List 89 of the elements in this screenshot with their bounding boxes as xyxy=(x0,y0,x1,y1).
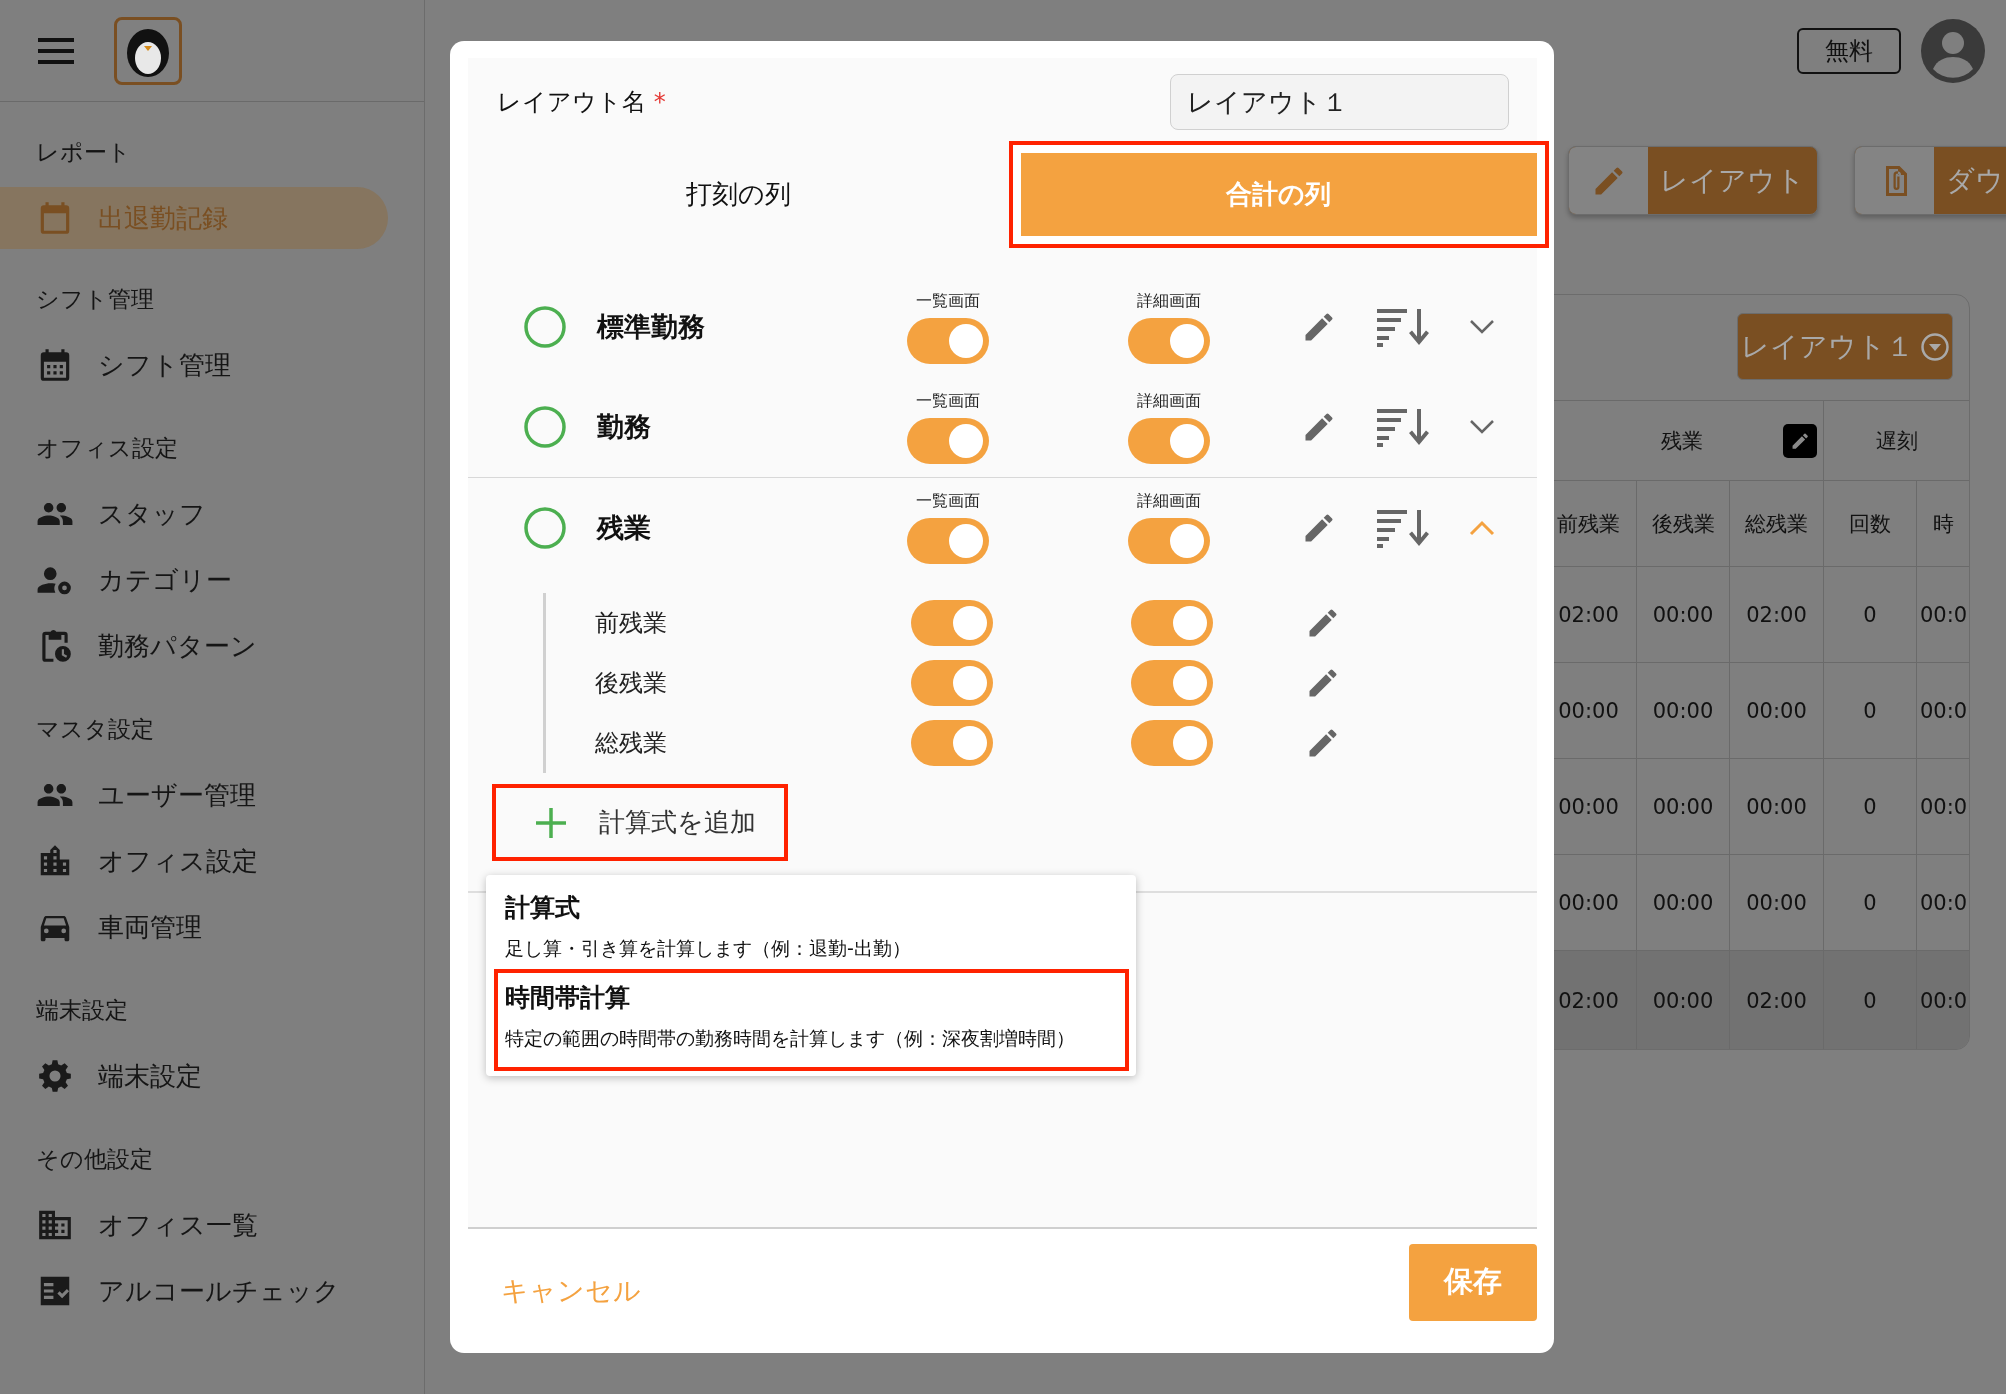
toggle-label: 詳細画面 xyxy=(1137,491,1201,511)
column-group-header: 残業 xyxy=(1661,427,1703,455)
section-heading: その他設定 xyxy=(35,1145,153,1174)
sidebar-item[interactable]: シフト管理 xyxy=(0,332,388,398)
circle-icon xyxy=(524,506,566,549)
toggle-switch[interactable] xyxy=(911,600,993,646)
toggle-label: 一覧画面 xyxy=(916,491,980,511)
toggle-label: 一覧画面 xyxy=(916,390,980,411)
toggle-switch[interactable] xyxy=(911,660,993,706)
toggle-switch[interactable] xyxy=(1131,660,1213,706)
column-header: 総残業 xyxy=(1730,481,1824,567)
table-cell: 00:0 xyxy=(1917,759,1969,855)
sub-column-name: 総残業 xyxy=(595,728,668,759)
column-name: 標準勤務 xyxy=(597,310,706,344)
column-header: 後残業 xyxy=(1637,481,1730,567)
sidebar-item[interactable]: 勤務パターン xyxy=(0,613,388,679)
sidebar-item[interactable]: スタッフ xyxy=(0,481,388,547)
menu-option[interactable]: 計算式 足し算・引き算を計算します（例：退勤-出勤） xyxy=(494,887,1129,969)
layout-select[interactable]: レイアウト１ xyxy=(1737,313,1953,380)
column-header: 回数 xyxy=(1824,481,1917,567)
column-name: 勤務 xyxy=(597,410,652,444)
layout-name-field[interactable]: レイアウト１ xyxy=(1170,74,1509,130)
table-cell: 02:00 xyxy=(1730,567,1824,663)
plan-badge[interactable]: 無料 xyxy=(1797,28,1901,74)
sidebar-item[interactable]: アルコールチェック xyxy=(0,1258,388,1324)
table-cell: 0 xyxy=(1824,951,1917,1049)
sidebar-item[interactable]: ユーザー管理 xyxy=(0,762,388,828)
toggle-switch[interactable] xyxy=(1131,600,1213,646)
table-cell: 00:00 xyxy=(1730,663,1824,759)
menu-icon[interactable] xyxy=(38,37,74,64)
table-cell: 0 xyxy=(1824,759,1917,855)
table-cell: 00:00 xyxy=(1637,759,1730,855)
table-cell: 00:00 xyxy=(1637,567,1730,663)
option-title: 時間帯計算 xyxy=(505,982,631,1014)
toggle-switch[interactable] xyxy=(907,518,989,564)
toggle-label: 詳細画面 xyxy=(1137,390,1201,411)
toggle-switch[interactable] xyxy=(1128,417,1210,464)
table-cell: 00:0 xyxy=(1917,951,1969,1049)
circle-icon xyxy=(524,406,566,448)
caret-circle-icon xyxy=(1919,331,1950,362)
table-cell: 00:0 xyxy=(1917,663,1969,759)
column-name: 残業 xyxy=(597,510,652,545)
chevron-down-icon[interactable] xyxy=(1469,319,1495,335)
column-group-header: 遅刻 xyxy=(1876,427,1918,455)
option-description: 足し算・引き算を計算します（例：退勤-出勤） xyxy=(505,936,912,961)
option-title: 計算式 xyxy=(505,892,581,924)
toggle-switch[interactable] xyxy=(1128,317,1210,364)
option-description: 特定の範囲の時間帯の勤務時間を計算します（例：深夜割増時間） xyxy=(505,1026,1076,1051)
toolbar-button[interactable]: レイアウト xyxy=(1568,146,1818,215)
section-heading: 端末設定 xyxy=(35,996,128,1025)
edit-icon[interactable] xyxy=(1783,424,1817,458)
toggle-switch[interactable] xyxy=(907,317,989,364)
table-cell: 0 xyxy=(1824,567,1917,663)
tab[interactable]: 打刻の列 xyxy=(480,153,997,236)
column-header: 時 xyxy=(1917,481,1969,567)
penguin-logo xyxy=(114,16,182,85)
settings-icon xyxy=(36,1057,74,1095)
sidebar-item[interactable]: カテゴリー xyxy=(0,547,388,613)
circle-icon xyxy=(524,306,566,348)
menu-option[interactable]: 時間帯計算 特定の範囲の時間帯の勤務時間を計算します（例：深夜割増時間） xyxy=(494,969,1129,1071)
sidebar-item[interactable]: 車両管理 xyxy=(0,894,388,960)
toggle-switch[interactable] xyxy=(907,417,989,464)
chevron-down-icon[interactable] xyxy=(1469,419,1495,435)
sidebar-item[interactable]: 端末設定 xyxy=(0,1043,388,1109)
table-cell: 0 xyxy=(1824,663,1917,759)
table-cell: 00:00 xyxy=(1637,951,1730,1049)
toggle-switch[interactable] xyxy=(911,720,993,766)
toolbar-button[interactable]: ダウ xyxy=(1854,146,2006,215)
toggle-switch[interactable] xyxy=(1131,720,1213,766)
table-cell: 00:0 xyxy=(1917,567,1969,663)
plus-icon xyxy=(536,807,566,838)
sub-column-name: 後残業 xyxy=(595,668,668,699)
field-label: レイアウト名 * xyxy=(497,87,666,118)
section-heading: シフト管理 xyxy=(35,285,154,314)
table-cell: 00:00 xyxy=(1637,663,1730,759)
table-cell: 02:00 xyxy=(1730,951,1824,1049)
section-heading: レポート xyxy=(35,138,131,167)
section-heading: オフィス設定 xyxy=(35,434,178,463)
table-cell: 00:00 xyxy=(1730,759,1824,855)
toggle-switch[interactable] xyxy=(1128,518,1210,564)
section-heading: マスタ設定 xyxy=(35,715,154,744)
add-formula-button[interactable]: 計算式を追加 xyxy=(492,784,788,861)
toggle-label: 一覧画面 xyxy=(916,290,980,311)
chevron-up-icon[interactable] xyxy=(1469,519,1495,536)
sidebar-item[interactable]: オフィス一覧 xyxy=(0,1192,388,1258)
toggle-label: 詳細画面 xyxy=(1137,290,1201,311)
avatar-icon[interactable] xyxy=(1921,19,1985,83)
sidebar-item[interactable]: オフィス設定 xyxy=(0,828,388,894)
sub-column-name: 前残業 xyxy=(595,608,668,639)
